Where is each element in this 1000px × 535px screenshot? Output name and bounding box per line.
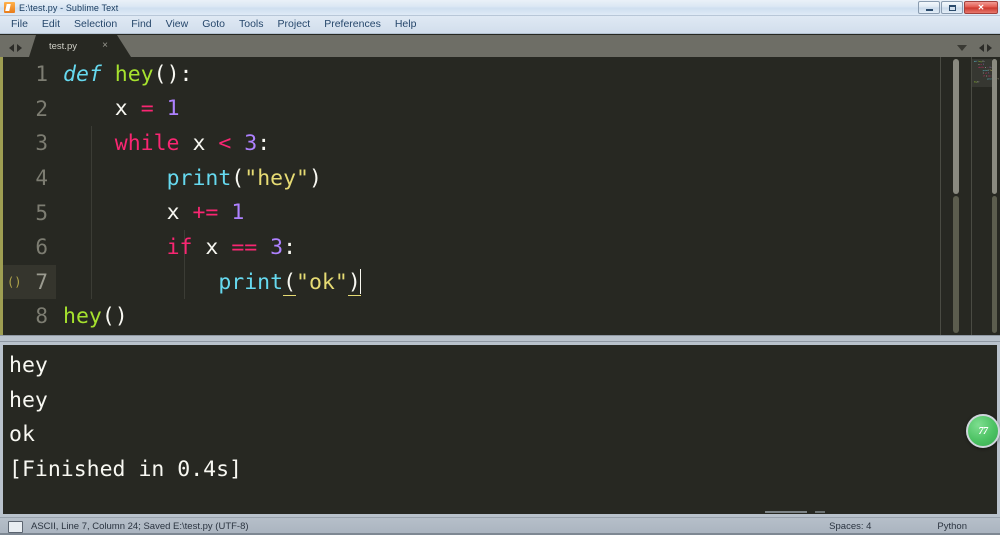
- panel-splitter[interactable]: [0, 335, 1000, 342]
- tabbar-right-controls: [957, 44, 1000, 57]
- tab-close-icon[interactable]: ×: [102, 41, 108, 51]
- minimap-scroll-track[interactable]: [992, 196, 997, 333]
- line-number: 4: [3, 166, 56, 190]
- menu-find[interactable]: Find: [124, 17, 158, 32]
- minimap-scroll-thumb[interactable]: [992, 59, 997, 194]
- editor-pane[interactable]: 1 def hey(): 2 x = 1 3 while x < 3: 4 pr…: [0, 57, 1000, 335]
- code-line-4[interactable]: 4 print("hey"): [3, 161, 940, 196]
- maximize-button[interactable]: [941, 1, 963, 14]
- line-number: 8: [3, 304, 56, 328]
- code-text: if x == 3:: [56, 235, 296, 260]
- tab-label: test.py: [49, 41, 77, 52]
- menubar: File Edit Selection Find View Goto Tools…: [0, 16, 1000, 34]
- code-text: x = 1: [56, 96, 180, 121]
- code-line-5[interactable]: 5 x += 1: [3, 195, 940, 230]
- menu-preferences[interactable]: Preferences: [317, 17, 388, 32]
- code-text: x += 1: [56, 200, 244, 225]
- close-icon: ✕: [978, 4, 985, 12]
- menu-view[interactable]: View: [159, 17, 196, 32]
- sublime-text-icon: [4, 2, 15, 13]
- output-line: [Finished in 0.4s]: [9, 453, 997, 488]
- tabbar: test.py ×: [0, 35, 1000, 57]
- code-line-8[interactable]: 8 hey(): [3, 299, 940, 334]
- chevron-down-icon[interactable]: [957, 45, 967, 51]
- code-text: while x < 3:: [56, 131, 270, 156]
- code-text: print("ok"): [56, 269, 361, 295]
- menu-help[interactable]: Help: [388, 17, 424, 32]
- floating-action-label: 77: [979, 426, 988, 437]
- status-message: ASCII, Line 7, Column 24; Saved E:\test.…: [31, 521, 249, 532]
- code-text: hey(): [56, 304, 128, 329]
- titlebar[interactable]: E:\test.py - Sublime Text ✕: [0, 0, 1000, 16]
- scroll-left-arrow-icon[interactable]: [979, 44, 984, 52]
- code-line-7[interactable]: () 7 print("ok"): [3, 265, 940, 300]
- menu-goto[interactable]: Goto: [195, 17, 232, 32]
- tab-nav-arrows: [0, 44, 29, 57]
- output-line: hey: [9, 384, 997, 419]
- menu-tools[interactable]: Tools: [232, 17, 271, 32]
- scrollbar-thumb[interactable]: [953, 59, 959, 194]
- next-tab-arrow-icon[interactable]: [17, 44, 22, 52]
- menu-file[interactable]: File: [4, 17, 35, 32]
- minimize-button[interactable]: [918, 1, 940, 14]
- statusbar-right: Spaces: 4 Python: [829, 521, 1000, 532]
- line-number: 3: [3, 131, 56, 155]
- tab-test-py[interactable]: test.py ×: [29, 35, 131, 57]
- editor-vertical-scrollbar[interactable]: [953, 59, 959, 333]
- scroll-right-arrow-icon[interactable]: [987, 44, 992, 52]
- scrollbar-track[interactable]: [953, 196, 959, 333]
- code-line-3[interactable]: 3 while x < 3:: [3, 126, 940, 161]
- line-number: 1: [3, 62, 56, 86]
- code-line-1[interactable]: 1 def hey():: [3, 57, 940, 92]
- close-button[interactable]: ✕: [964, 1, 998, 14]
- line-number: 5: [3, 201, 56, 225]
- build-output-panel[interactable]: hey hey ok [Finished in 0.4s]: [0, 342, 1000, 517]
- menu-selection[interactable]: Selection: [67, 17, 124, 32]
- line-number: 6: [3, 235, 56, 259]
- code-area[interactable]: 1 def hey(): 2 x = 1 3 while x < 3: 4 pr…: [3, 57, 940, 335]
- code-text: print("hey"): [56, 166, 322, 191]
- minimize-icon: [926, 9, 933, 11]
- text-caret: [360, 269, 361, 294]
- maximize-icon: [949, 5, 956, 11]
- pane-scroll-arrows: [979, 44, 992, 52]
- code-line-6[interactable]: 6 if x == 3:: [3, 230, 940, 265]
- prev-tab-arrow-icon[interactable]: [9, 44, 14, 52]
- monitor-icon: [8, 521, 23, 533]
- code-line-2[interactable]: 2 x = 1: [3, 92, 940, 127]
- output-scroll-artifact: [765, 511, 807, 513]
- window-title: E:\test.py - Sublime Text: [19, 3, 118, 13]
- line-number: 2: [3, 97, 56, 121]
- code-text: def hey():: [56, 62, 192, 87]
- indentation-setting[interactable]: Spaces: 4: [829, 521, 871, 532]
- output-line: ok: [9, 418, 997, 453]
- output-scroll-artifact: [815, 511, 825, 513]
- syntax-setting[interactable]: Python: [937, 521, 967, 532]
- minimap-scrollbar[interactable]: [992, 59, 997, 333]
- editor-divider-left: [940, 57, 941, 335]
- output-line: hey: [9, 349, 997, 384]
- menu-edit[interactable]: Edit: [35, 17, 67, 32]
- floating-action-button[interactable]: 77: [966, 414, 1000, 448]
- window-controls: ✕: [918, 1, 998, 14]
- line-number: 7: [3, 270, 56, 294]
- menu-project[interactable]: Project: [271, 17, 318, 32]
- output-content: hey hey ok [Finished in 0.4s]: [3, 345, 997, 487]
- minimap[interactable]: def hey(): x = 1 while x < 3: print("hey…: [972, 57, 1000, 335]
- sublime-text-window: E:\test.py - Sublime Text ✕ File Edit Se…: [0, 0, 1000, 535]
